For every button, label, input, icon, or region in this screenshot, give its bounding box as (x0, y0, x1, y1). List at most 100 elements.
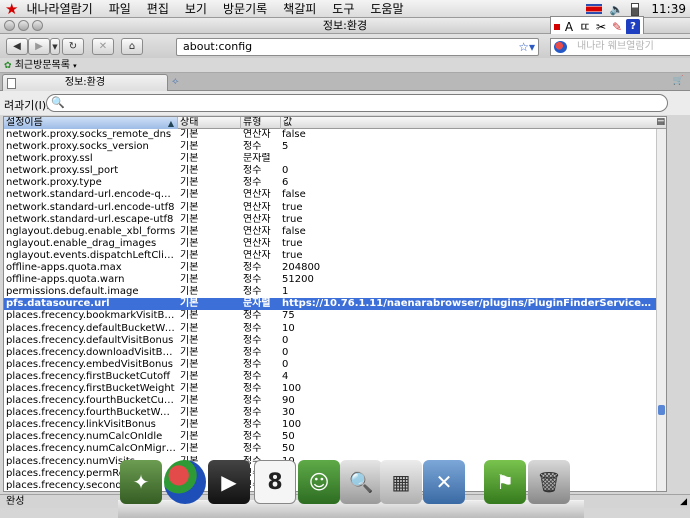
image-viewer-icon[interactable]: 🔍 (340, 460, 382, 504)
table-row[interactable]: nglayout.debug.enable_xbl_forms 기본 연산자 fals… (4, 226, 656, 238)
ime-grip-icon[interactable] (554, 24, 560, 30)
search-engine-icon[interactable] (554, 41, 567, 53)
pref-value-cell: true (282, 249, 303, 261)
system-settings-icon[interactable]: ✕ (423, 460, 465, 504)
back-button[interactable]: ◀ (6, 38, 28, 55)
menu-edit[interactable]: 편집 (147, 0, 169, 17)
ime-hangul-toggle[interactable]: ㄸ (578, 19, 592, 35)
table-row[interactable]: network.proxy.type 기본 정수 6 (4, 177, 656, 189)
tab-label: 정보:환경 (64, 77, 106, 88)
ime-help-button[interactable]: ? (626, 19, 640, 35)
pref-type-cell: 연산자 (243, 213, 271, 225)
pref-status-cell: 기본 (180, 310, 199, 322)
home-button[interactable]: ⌂ (121, 38, 143, 55)
battery-icon[interactable] (631, 2, 640, 16)
table-row[interactable]: places.frecency.embedVisitBonus 기본 정수 0 (4, 359, 656, 371)
folder-app-icon[interactable]: ✦ (120, 460, 162, 504)
pref-name-cell: places.frecency.numCalcOnIdle (6, 431, 163, 443)
menu-file[interactable]: 파일 (109, 0, 131, 17)
table-row[interactable]: network.proxy.ssl_port 기본 정수 0 (4, 165, 656, 177)
menu-history[interactable]: 방문기록 (223, 0, 267, 17)
menu-view[interactable]: 보기 (185, 0, 207, 17)
vertical-scrollbar[interactable] (656, 129, 666, 491)
table-row[interactable]: offline-apps.quota.max 기본 정수 204800 (4, 262, 656, 274)
pref-value-cell: false (282, 129, 306, 140)
tab-list-icon[interactable]: 🛒 (673, 76, 684, 86)
recent-bookmarks-menu[interactable]: 최근방문목록 (15, 60, 70, 71)
stop-button[interactable]: ✕ (92, 38, 114, 55)
menu-tools[interactable]: 도구 (332, 0, 354, 17)
tab-config[interactable]: 정보:환경 (2, 74, 168, 91)
pref-type-cell: 문자렬 (243, 153, 271, 165)
table-row[interactable]: places.frecency.firstBucketCutoff 기본 정수 4 (4, 371, 656, 383)
table-row[interactable]: network.standard-url.encode-query-... 기본 연… (4, 189, 656, 201)
home-icon: ⌂ (128, 41, 136, 52)
resize-grip-icon[interactable]: ◢ (680, 496, 687, 509)
column-header-value[interactable]: 값 (281, 117, 654, 129)
calendar-icon[interactable]: 8 (254, 460, 296, 504)
menu-bookmarks[interactable]: 책갈피 (283, 0, 316, 17)
table-row[interactable]: places.frecency.fourthBucketCutoff 기본 정수 90 (4, 395, 656, 407)
red-star-logo-icon[interactable]: ★ (5, 0, 18, 18)
table-row[interactable]: permissions.default.image 기본 정수 1 (4, 286, 656, 298)
bookmark-star-icon[interactable]: ☆▾ (518, 39, 535, 55)
address-book-icon[interactable]: ☺ (298, 460, 340, 504)
trash-icon[interactable]: 🗑 (528, 460, 570, 504)
search-input[interactable]: 내나라 웨브열람기 (550, 38, 690, 56)
table-row[interactable]: network.standard-url.encode-utf8 기본 연산자 tru… (4, 202, 656, 214)
table-body: network.proxy.socks_remote_dns 기본 연산자 false… (4, 129, 656, 491)
scrollbar-thumb[interactable] (658, 405, 665, 415)
table-row[interactable]: network.proxy.socks_version 기본 정수 5 (4, 141, 656, 153)
ime-tool-icon[interactable]: ✂ (594, 19, 608, 35)
pref-status-cell: 기본 (180, 189, 199, 201)
browser-globe-icon[interactable] (164, 460, 206, 504)
pref-type-cell: 연산자 (243, 201, 271, 213)
clock[interactable]: 11:39 (651, 2, 686, 16)
ime-latin-toggle[interactable]: A (562, 19, 576, 35)
column-header-status[interactable]: 상태 (178, 117, 241, 129)
table-row[interactable]: network.proxy.ssl 기본 문자렬 (4, 153, 656, 165)
pref-value-cell: 5 (282, 141, 289, 153)
table-row[interactable]: places.frecency.defaultVisitBonus 기본 정수 0 (4, 335, 656, 347)
zoom-window-icon[interactable] (32, 20, 43, 31)
table-row[interactable]: network.proxy.socks_remote_dns 기본 연산자 false (4, 129, 656, 141)
url-bar[interactable]: about:config ☆▾ (176, 38, 539, 56)
forward-button[interactable]: ▶ (28, 38, 50, 55)
calculator-icon[interactable]: ▦ (380, 460, 422, 504)
new-tab-icon[interactable]: ⟡ (172, 76, 179, 87)
minimize-window-icon[interactable] (18, 20, 29, 31)
close-window-icon[interactable] (4, 20, 15, 31)
table-row[interactable]: places.frecency.defaultBucketWeight 기본 정수 1… (4, 323, 656, 335)
table-row[interactable]: nglayout.enable_drag_images 기본 연산자 true (4, 238, 656, 250)
history-dropdown-button[interactable]: ▼ (50, 38, 60, 55)
column-header-type[interactable]: 류형 (241, 117, 281, 129)
pref-name-cell: network.standard-url.encode-utf8 (6, 201, 175, 213)
table-row[interactable]: places.frecency.firstBucketWeight 기본 정수 100 (4, 383, 656, 395)
ime-pen-icon[interactable]: ✎ (610, 19, 624, 35)
table-row[interactable]: places.frecency.downloadVisitBonus 기본 정수 0 (4, 347, 656, 359)
table-row[interactable]: nglayout.events.dispatchLeftClickOnly 기본 연… (4, 250, 656, 262)
filter-input[interactable]: 🔍 (46, 94, 668, 112)
table-row[interactable]: network.standard-url.escape-utf8 기본 연산자 tru… (4, 214, 656, 226)
file-manager-icon[interactable]: ⚑ (484, 460, 526, 504)
table-row[interactable]: places.frecency.bookmarkVisitBonus 기본 정수 75 (4, 310, 656, 322)
column-header-name[interactable]: 설정이름 ▲ (4, 117, 178, 129)
table-row[interactable]: places.frecency.linkVisitBonus 기본 정수 100 (4, 419, 656, 431)
pref-status-cell: 기본 (180, 177, 199, 189)
table-row[interactable]: places.frecency.numCalcOnIdle 기본 정수 50 (4, 431, 656, 443)
menu-app[interactable]: 내나라열람기 (26, 0, 92, 17)
table-row[interactable]: places.frecency.fourthBucketWeight 기본 정수 30 (4, 407, 656, 419)
pref-status-cell: 기본 (180, 443, 199, 455)
pref-name-cell: places.frecency.defaultVisitBonus (6, 334, 174, 346)
pref-value-cell: 90 (282, 395, 295, 407)
table-row[interactable]: places.frecency.numCalcOnMigrate 기본 정수 50 (4, 443, 656, 455)
flag-icon[interactable] (585, 4, 602, 14)
table-row[interactable]: pfs.datasource.url 기본 문자렬 https://10.76.1.1… (4, 298, 656, 311)
table-row[interactable]: offline-apps.quota.warn 기본 정수 51200 (4, 274, 656, 286)
pref-type-cell: 정수 (243, 286, 262, 298)
volume-icon[interactable]: 🔈 (610, 3, 624, 16)
column-picker-icon[interactable]: ▤ (656, 117, 665, 128)
reload-button[interactable]: ↻ (62, 38, 84, 55)
video-player-icon[interactable]: ▶ (208, 460, 250, 504)
menu-help[interactable]: 도움말 (370, 0, 403, 17)
